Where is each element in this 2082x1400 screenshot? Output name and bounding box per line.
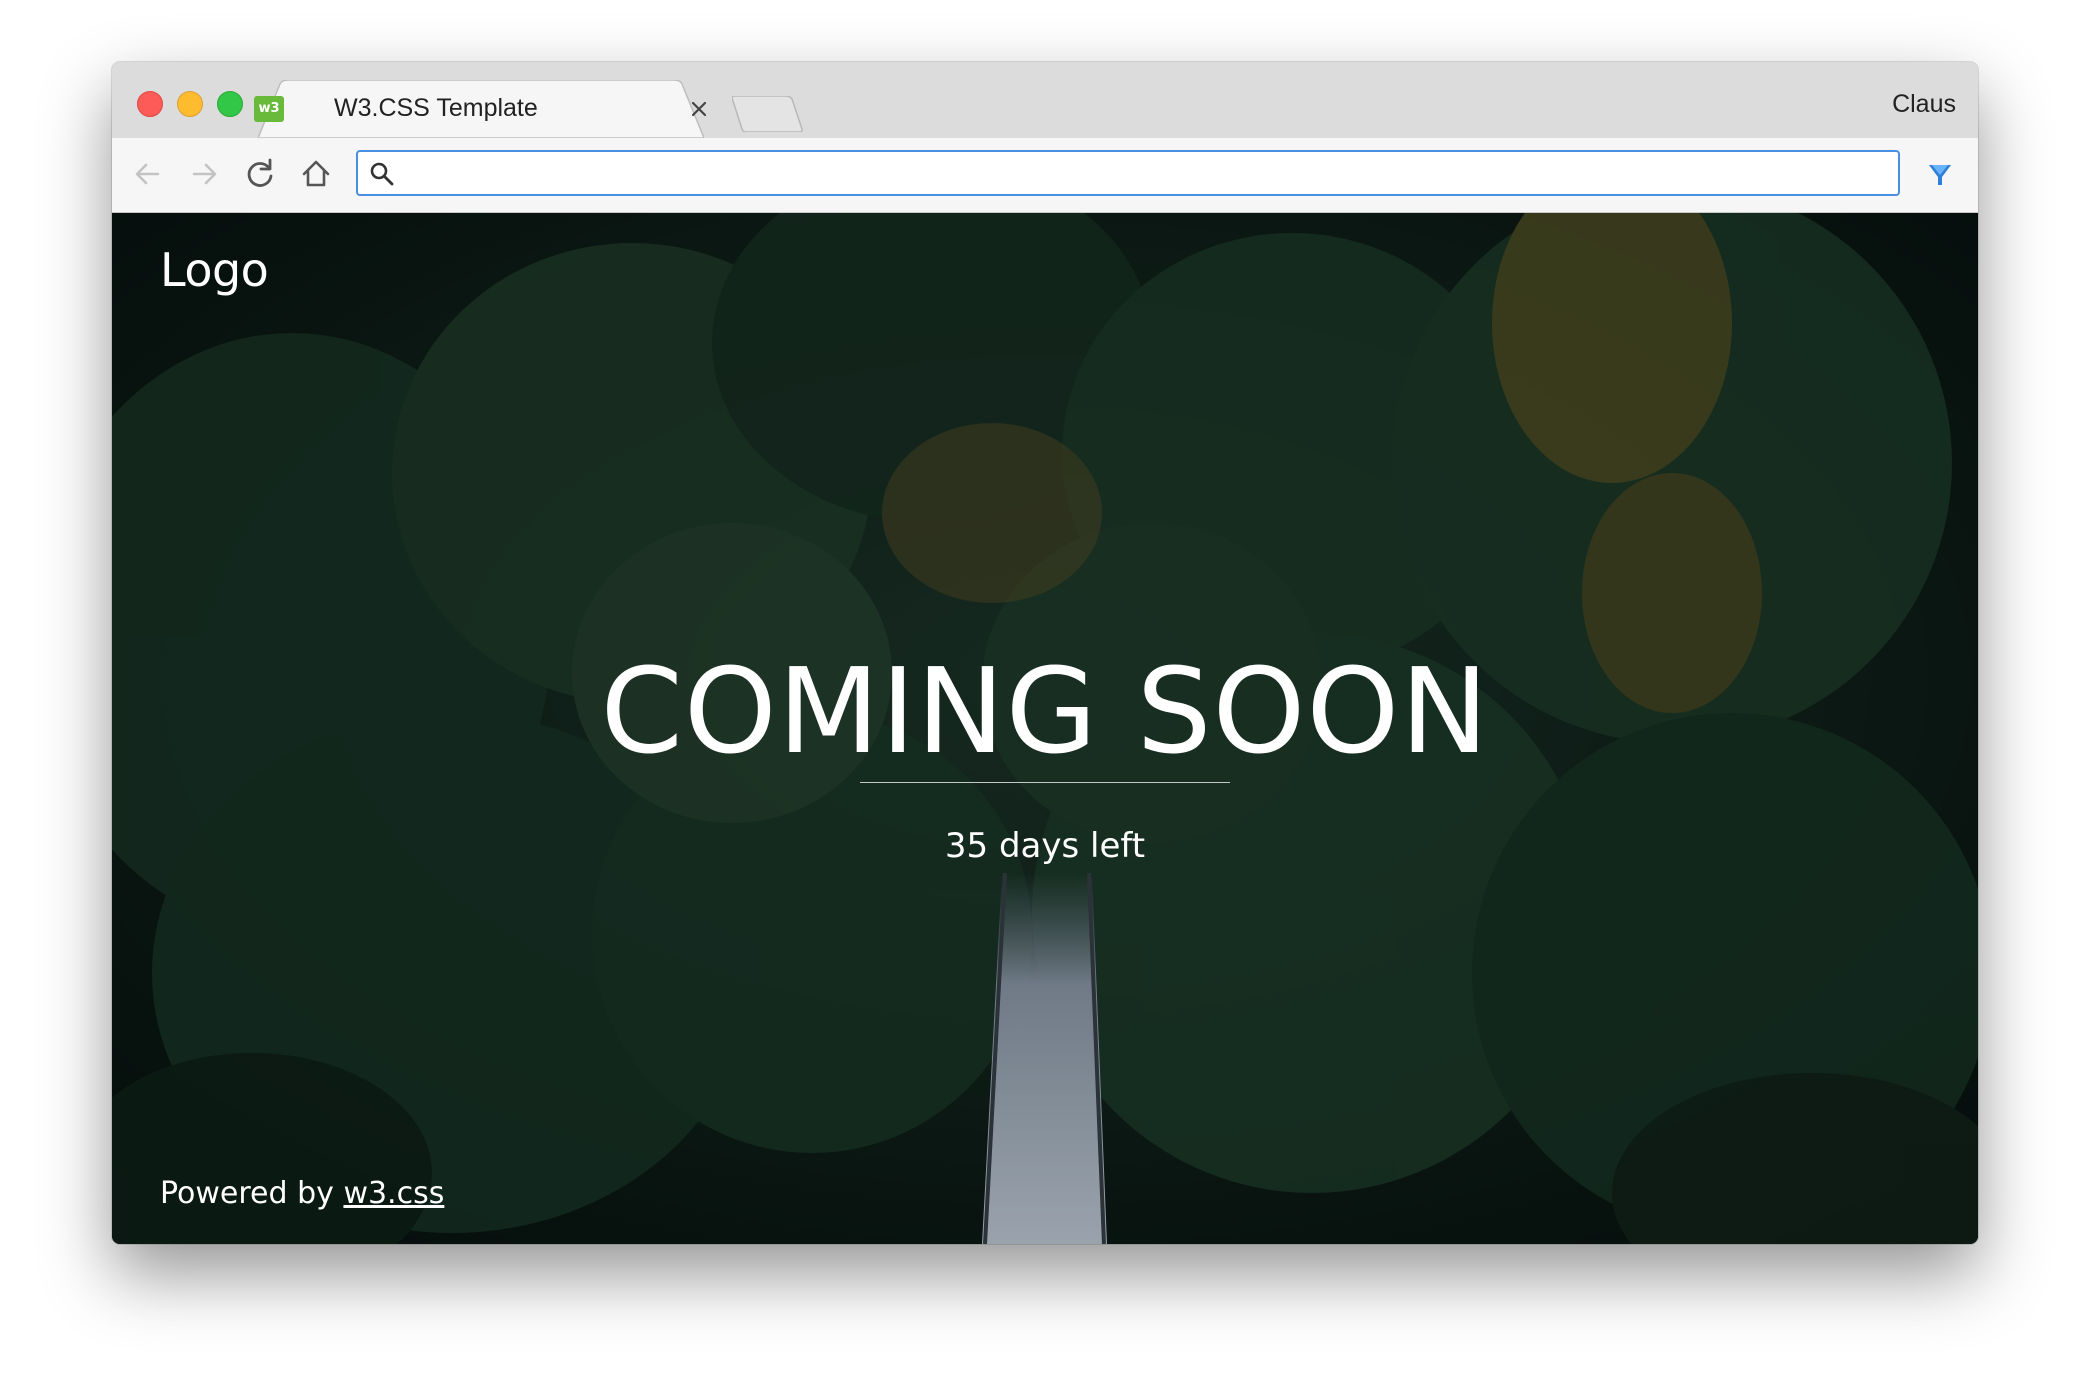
tab-favicon-icon: w3 <box>254 96 284 122</box>
coming-soon-heading: COMING SOON <box>600 642 1490 781</box>
funnel-extension-icon <box>1929 165 1951 185</box>
browser-toolbar <box>112 138 1978 213</box>
profile-name[interactable]: Claus <box>1892 90 1956 119</box>
page-viewport: Logo COMING SOON 35 days left Powered by… <box>112 213 1978 1244</box>
tab-strip: w3 W3.CSS Template Claus <box>112 62 1978 138</box>
countdown-text: 35 days left <box>944 826 1146 866</box>
footer-powered-by: Powered by w3.css <box>160 1176 444 1211</box>
browser-window: w3 W3.CSS Template Claus Logo COMING SOO… <box>112 62 1978 1244</box>
home-icon <box>302 160 330 187</box>
extension-button-2[interactable] <box>1976 154 1978 194</box>
close-window-button[interactable] <box>137 91 163 117</box>
reload-icon <box>247 158 273 187</box>
logo[interactable]: Logo <box>160 243 269 297</box>
lifebuoy-extension-icon <box>1976 154 1978 194</box>
w3css-link[interactable]: w3.css <box>343 1176 444 1211</box>
arrow-left-icon <box>135 163 160 185</box>
divider <box>860 782 1230 783</box>
address-bar[interactable] <box>356 150 1900 196</box>
back-button[interactable] <box>128 154 168 194</box>
home-button[interactable] <box>296 154 336 194</box>
arrow-right-icon <box>192 163 217 185</box>
reload-button[interactable] <box>240 154 280 194</box>
minimize-window-button[interactable] <box>177 91 203 117</box>
address-input[interactable] <box>406 156 1880 192</box>
footer-prefix: Powered by <box>160 1176 334 1211</box>
tab-title: W3.CSS Template <box>334 94 538 122</box>
maximize-window-button[interactable] <box>217 91 243 117</box>
extension-button-1[interactable] <box>1920 154 1960 194</box>
new-tab-button[interactable] <box>731 95 804 137</box>
forward-button[interactable] <box>184 154 224 194</box>
tab-close-icon[interactable] <box>688 98 710 120</box>
search-icon <box>370 162 394 186</box>
